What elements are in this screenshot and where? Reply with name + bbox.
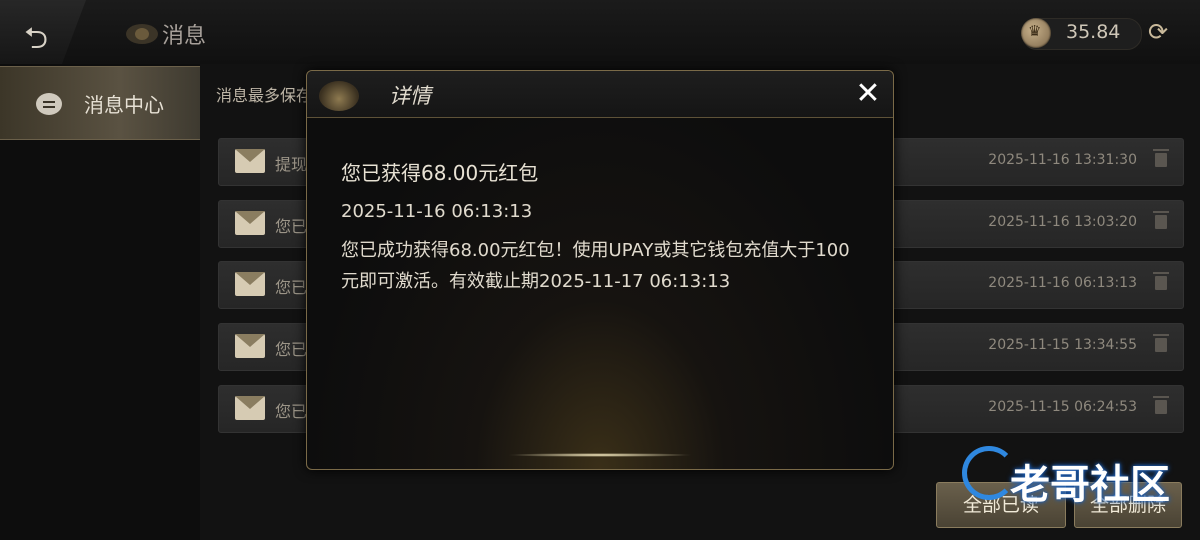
title-decoration-icon — [126, 24, 158, 44]
watermark-logo-icon — [962, 446, 1016, 500]
message-date: 2025-11-16 13:03:20 — [988, 214, 1137, 230]
decorative-glow — [507, 453, 693, 457]
close-icon[interactable]: ✕ — [847, 75, 889, 113]
dialog-title: 详情 — [389, 84, 431, 108]
sidebar-item-label: 消息中心 — [84, 93, 164, 117]
balance-value: 35.84 — [1066, 21, 1121, 43]
message-date: 2025-11-16 06:13:13 — [988, 275, 1137, 291]
dialog-header: 详情 ✕ — [307, 71, 893, 118]
trash-icon[interactable] — [1153, 211, 1169, 229]
notice-text: 消息最多保存 — [216, 86, 308, 105]
back-button[interactable]: ⮌ — [0, 0, 86, 64]
envelope-icon — [235, 334, 265, 358]
sidebar-item-message-center[interactable]: 消息中心 — [0, 66, 200, 140]
dialog-emblem-icon — [319, 81, 359, 111]
dialog-body: 您已成功获得68.00元红包！使用UPAY或其它钱包充值大于100元即可激活。有… — [341, 240, 850, 292]
coin-icon: ♛ — [1021, 18, 1051, 48]
trash-icon[interactable] — [1153, 334, 1169, 352]
refresh-icon[interactable]: ⟳ — [1148, 18, 1168, 46]
back-arrow-icon: ⮌ — [24, 21, 49, 56]
dialog-heading: 您已获得68.00元红包 — [341, 161, 539, 185]
envelope-icon — [235, 149, 265, 173]
envelope-icon — [235, 396, 265, 420]
envelope-icon — [235, 272, 265, 296]
trash-icon[interactable] — [1153, 272, 1169, 290]
dialog-time: 2025-11-16 06:13:13 — [341, 201, 533, 222]
message-icon — [36, 93, 62, 115]
envelope-icon — [235, 211, 265, 235]
message-date: 2025-11-15 13:34:55 — [988, 337, 1137, 353]
trash-icon[interactable] — [1153, 396, 1169, 414]
message-date: 2025-11-15 06:24:53 — [988, 399, 1137, 415]
trash-icon[interactable] — [1153, 149, 1169, 167]
watermark-text: 老哥社区 — [1010, 462, 1170, 508]
top-bar: ⮌ 消息 ♛ 35.84 ⟳ — [0, 0, 1200, 65]
message-date: 2025-11-16 13:31:30 — [988, 152, 1137, 168]
detail-dialog: 详情 ✕ 您已获得68.00元红包 2025-11-16 06:13:13 您已… — [306, 70, 894, 470]
page-title: 消息 — [162, 24, 207, 49]
